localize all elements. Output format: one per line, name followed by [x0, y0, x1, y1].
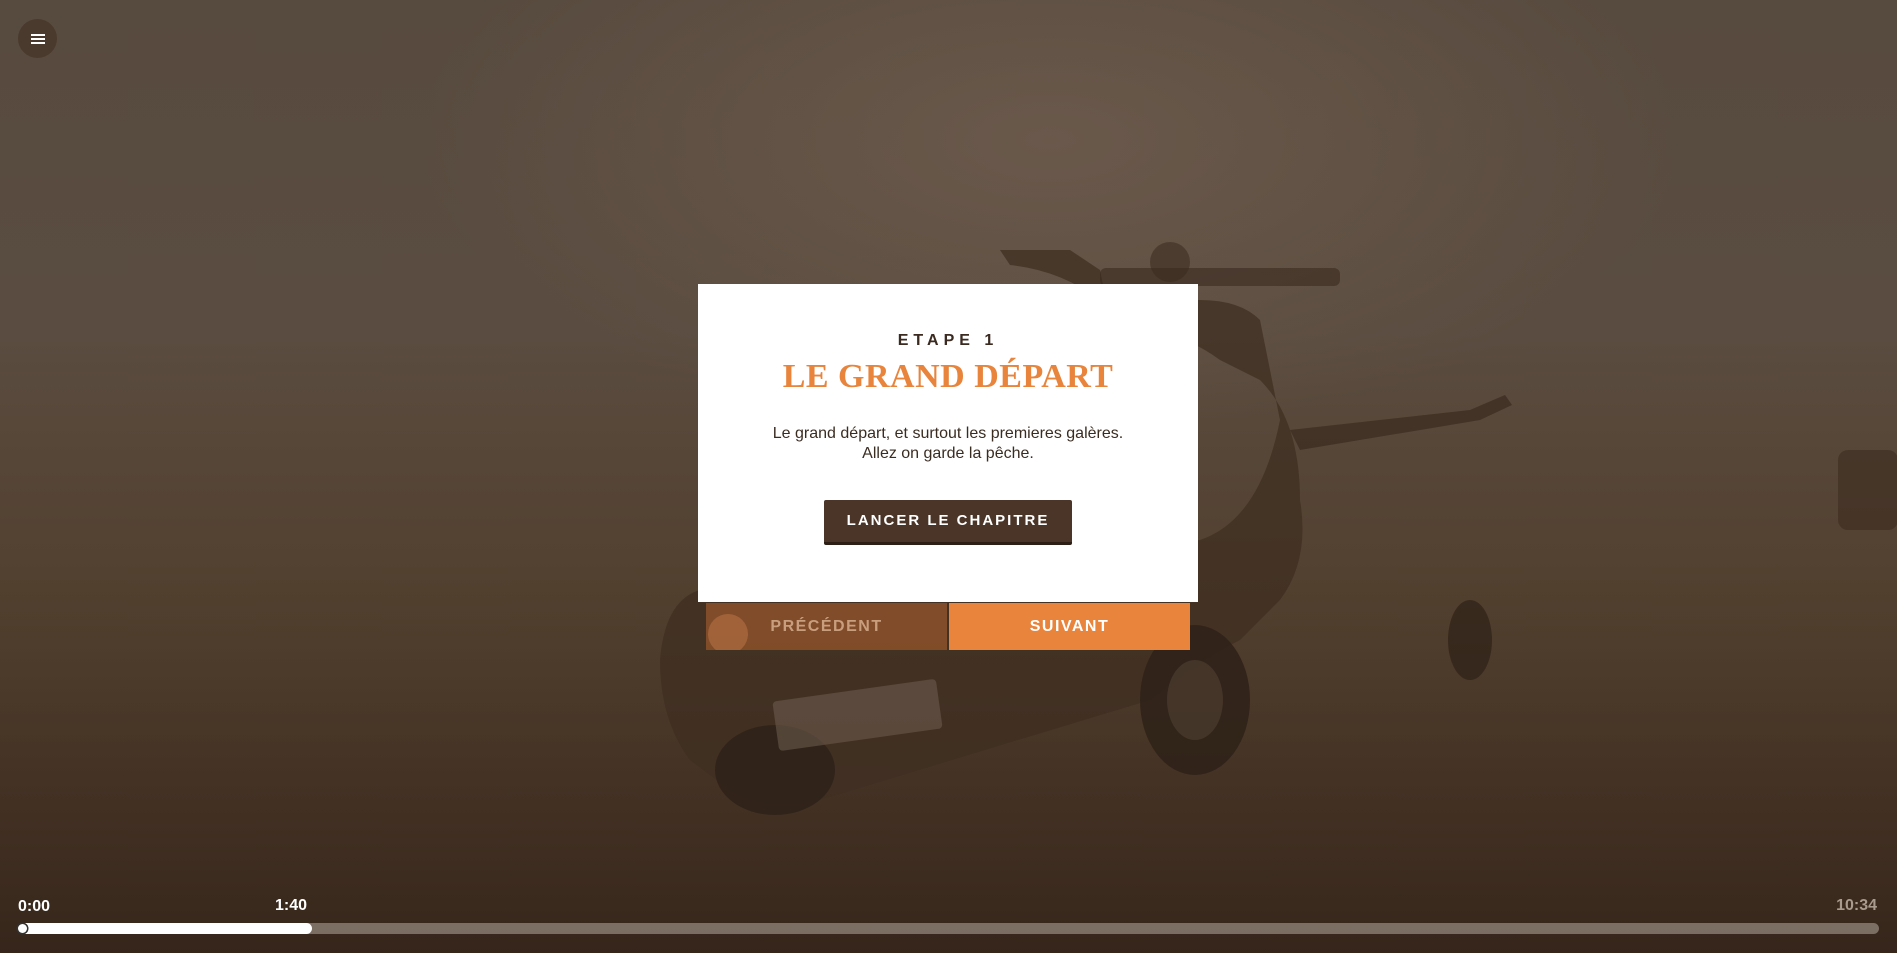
chapter-title: LE GRAND DÉPART [782, 358, 1114, 395]
previous-button-decoration [708, 614, 748, 650]
progress-bar[interactable] [18, 923, 1879, 934]
chapter-number: ETAPE 1 [897, 332, 999, 349]
next-button-label: SUIVANT [1029, 618, 1110, 635]
current-time: 1:40 [275, 897, 308, 914]
launch-chapter-button[interactable]: LANCER LE CHAPITRE [824, 500, 1072, 545]
menu-button[interactable] [18, 19, 57, 58]
next-button[interactable]: SUIVANT [949, 603, 1190, 650]
chapter-screen: ETAPE 1 LE GRAND DÉPART Le grand départ,… [0, 0, 1897, 953]
start-time: 0:00 [18, 898, 51, 915]
progress-start-marker [18, 924, 27, 933]
total-time: 10:34 [1836, 897, 1877, 914]
previous-button[interactable]: PRÉCÉDENT [706, 603, 947, 650]
chapter-navigation: PRÉCÉDENT SUIVANT [706, 603, 1190, 650]
chapter-description: Le grand départ, et surtout les premiere… [738, 424, 1158, 464]
chapter-card: ETAPE 1 LE GRAND DÉPART Le grand départ,… [698, 284, 1198, 602]
chapter-description-line: Le grand départ, et surtout les premiere… [772, 425, 1124, 442]
chapter-description-line: Allez on garde la pêche. [862, 445, 1034, 462]
hamburger-menu-icon [30, 33, 45, 44]
progress-fill [18, 923, 313, 934]
previous-button-label: PRÉCÉDENT [770, 618, 883, 635]
